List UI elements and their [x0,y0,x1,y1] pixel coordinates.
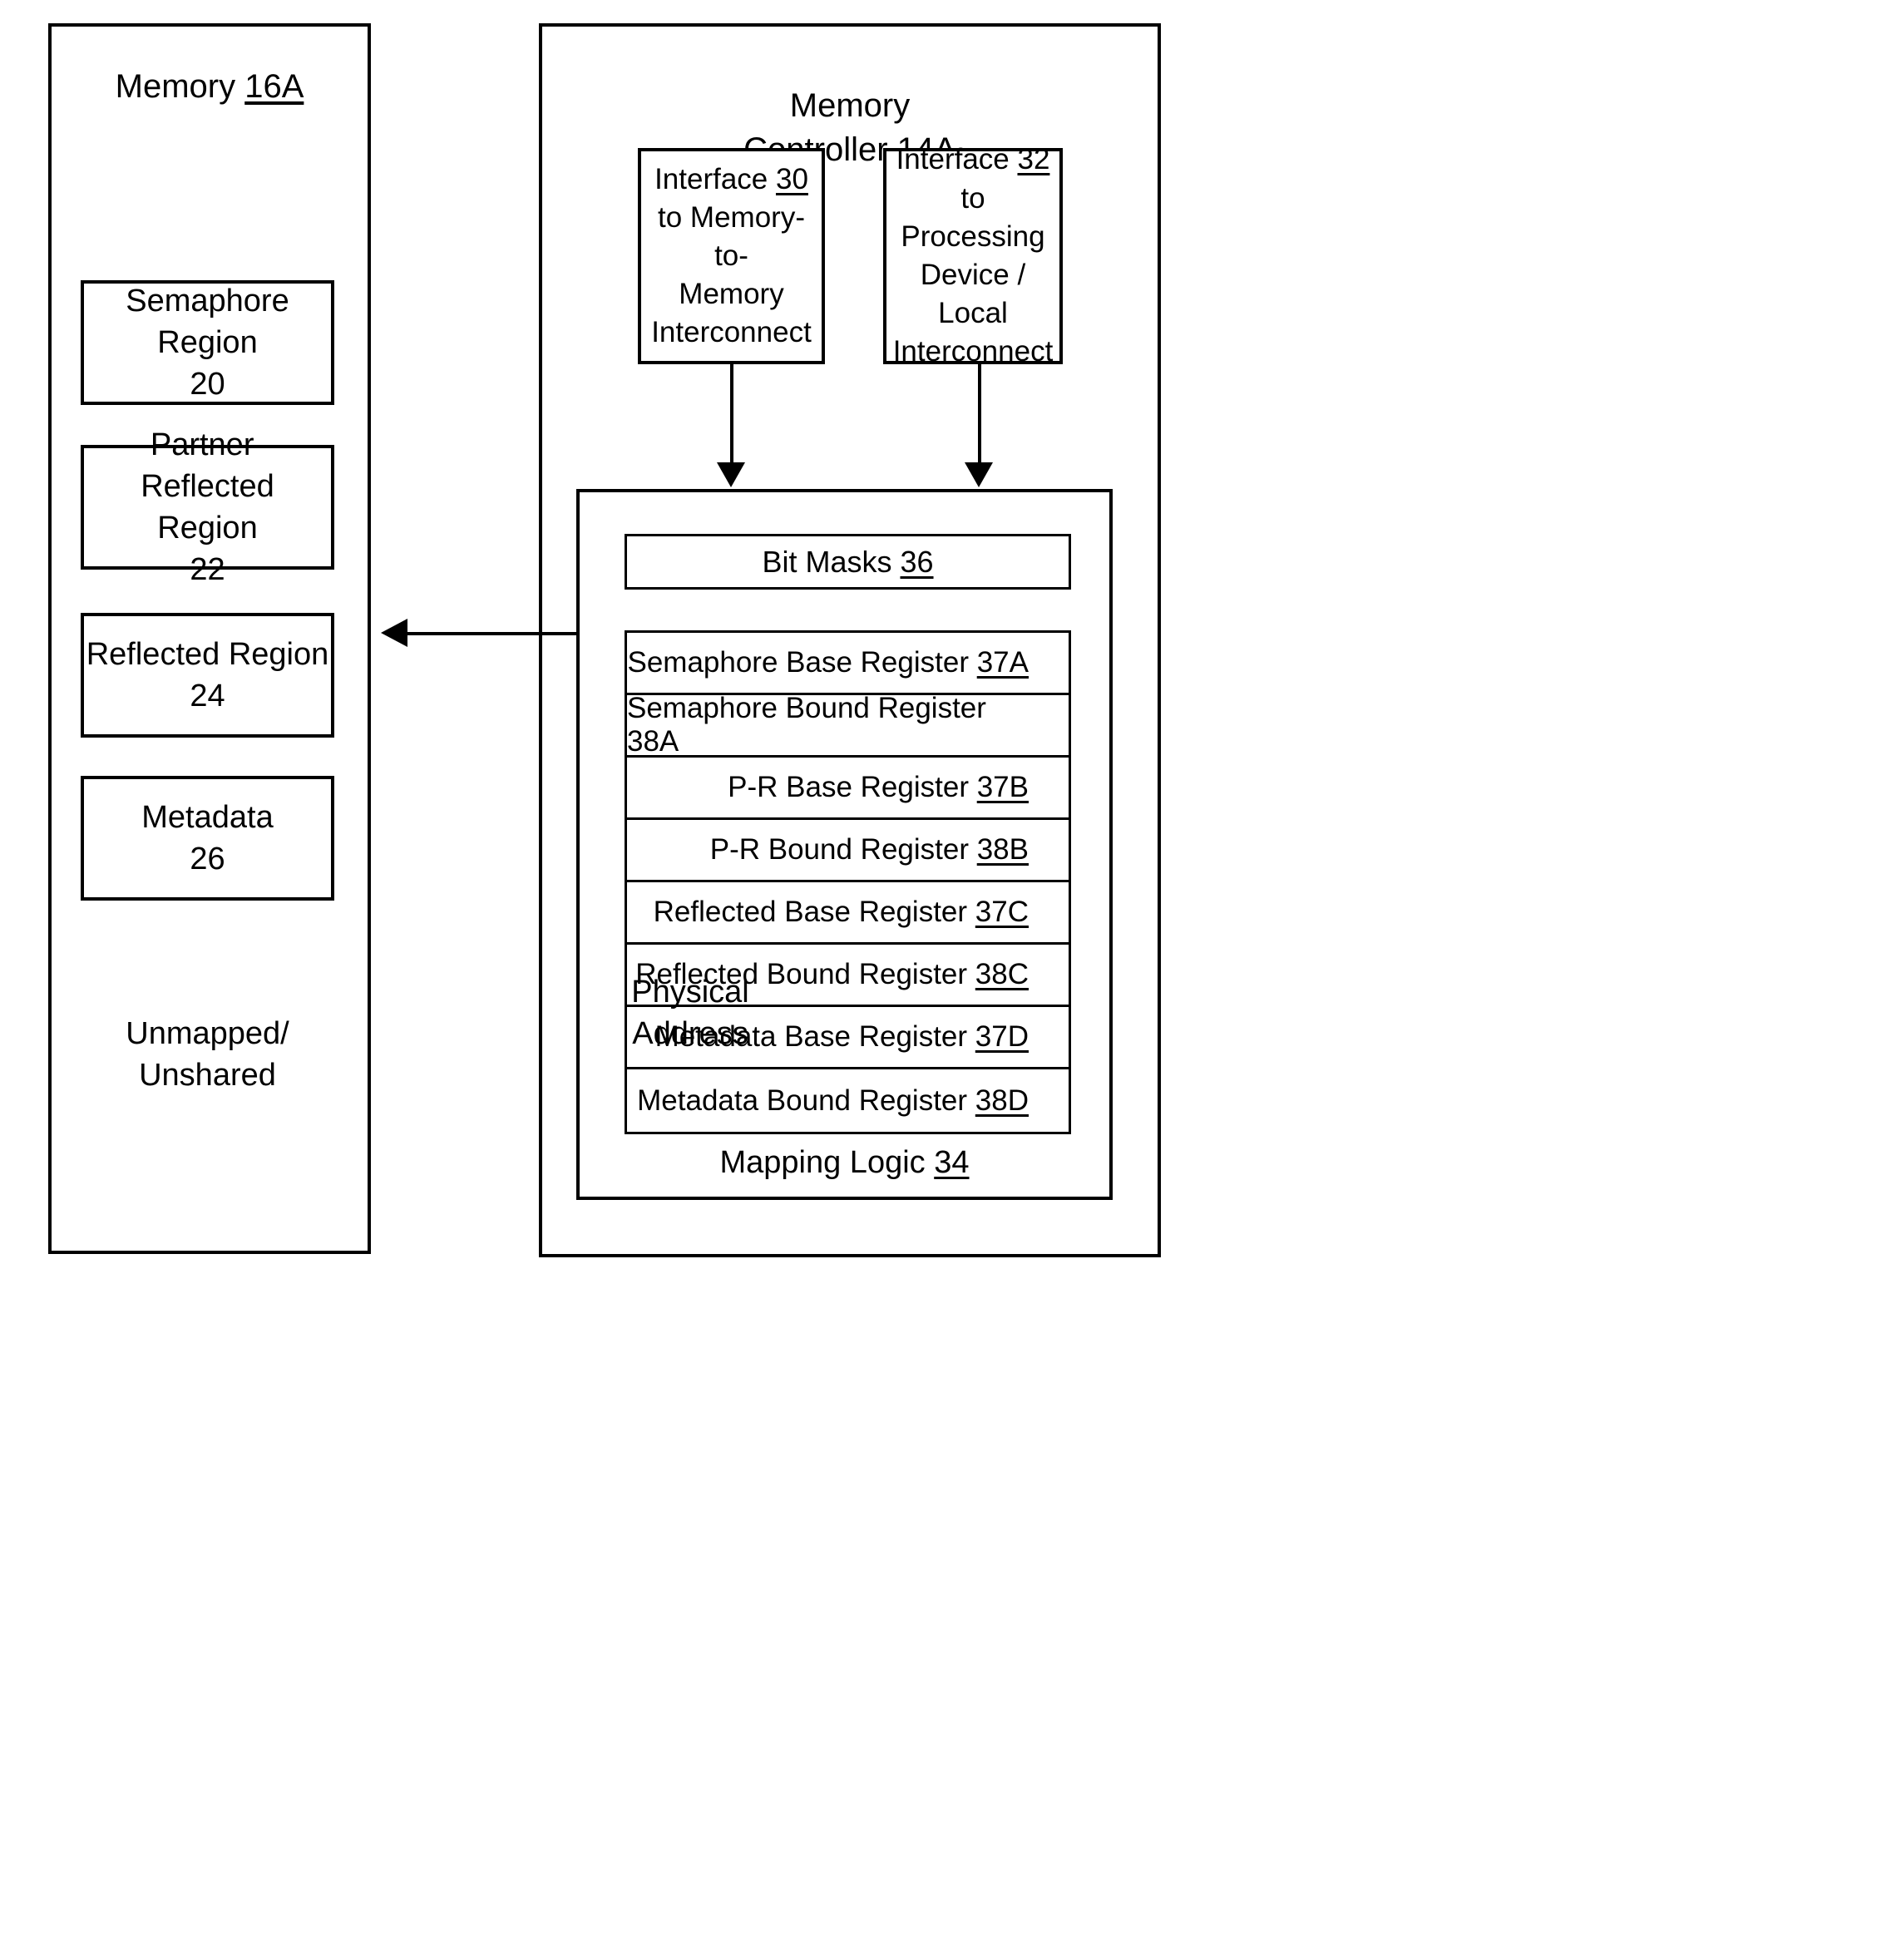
bit-masks-box: Bit Masks 36 [625,534,1071,590]
register-ref-metadata-base: 37D [975,1020,1029,1053]
bit-masks-label: Bit Masks [762,544,901,579]
mapping-logic-label: Mapping Logic 34 [576,1142,1113,1183]
interface-32-ref: 32 [1017,143,1050,176]
register-label-pr-bound: P-R Bound Register [709,833,977,866]
memory-region-metadata: Metadata 26 [81,776,334,901]
register-row-pr-bound: P-R Bound Register 38B [627,820,1069,882]
register-ref-reflected-base: 37C [975,896,1029,928]
register-label-metadata-bound: Metadata Bound Register [637,1084,975,1117]
register-row-reflected-base: Reflected Base Register 37C [627,882,1069,945]
interface-30-label: Interface [654,162,776,195]
patent-figure-canvas: Memory 16A Semaphore Region 20 Partner-R… [0,0,1901,1960]
bit-masks-ref: 36 [900,544,934,579]
memory-region-partner-reflected: Partner-Reflected Region 22 [81,427,334,587]
register-ref-semaphore-bound: 38A [627,725,679,758]
connector-physical-address-arrowhead [381,619,407,647]
memory-region-semaphore-ref: 20 [190,367,225,402]
register-row-pr-base: P-R Base Register 37B [627,758,1069,820]
interface-32-box: Interface 32 to Processing Device / Local… [883,143,1063,368]
connector-interface30-arrowhead [717,462,745,487]
memory-region-semaphore: Semaphore Region 20 [81,280,334,405]
register-ref-metadata-bound: 38D [975,1084,1029,1117]
memory-controller-title-line1: Memory [789,86,911,124]
memory-region-metadata-label: Metadata [141,799,274,835]
register-row-semaphore-bound: Semaphore Bound Register 38A [627,692,1069,758]
memory-region-partner-reflected-ref: 22 [190,552,225,588]
mapping-logic-label-text: Mapping Logic [719,1145,935,1180]
memory-title-text: Memory [115,68,245,105]
register-ref-pr-base: 37B [976,771,1029,803]
register-ref-reflected-bound: 38C [975,958,1029,990]
register-ref-pr-bound: 38B [976,833,1029,866]
memory-region-semaphore-label: Semaphore Region [126,283,289,360]
interface-32-description: to Processing Device / Local Interconnec… [892,181,1054,368]
memory-region-partner-reflected-label: Partner-Reflected Region [141,427,274,546]
register-label-semaphore-base: Semaphore Base Register [627,646,977,679]
memory-title-ref: 16A [244,68,304,105]
memory-unmapped-unshared-label: Unmapped/ Unshared [126,1016,289,1094]
interface-30-description: to Memory-to- Memory Interconnect [651,200,812,349]
register-row-metadata-bound: Metadata Bound Register 38D [627,1069,1069,1132]
register-row-semaphore-base: Semaphore Base Register 37A [627,633,1069,695]
interface-32-label: Interface [896,143,1018,176]
register-label-pr-base: P-R Base Register [728,771,977,803]
register-label-semaphore-bound: Semaphore Bound Register [627,692,986,724]
connector-physical-address-line [407,632,576,635]
interface-30-ref: 30 [775,162,808,195]
memory-region-reflected-label: Reflected Region [86,636,329,672]
physical-address-label: Physical Address [631,975,749,1052]
mapping-logic-ref: 34 [934,1145,970,1180]
connector-interface32-line [978,364,981,462]
register-table: Semaphore Base Register 37A Semaphore Bo… [625,630,1071,1134]
memory-region-metadata-ref: 26 [190,842,225,876]
memory-region-reflected: Reflected Region 24 [81,613,334,738]
register-label-reflected-base: Reflected Base Register [653,896,975,928]
register-ref-semaphore-base: 37A [976,646,1029,679]
connector-interface32-arrowhead [965,462,993,487]
connector-interface30-line [730,364,733,462]
interface-30-box: Interface 30 to Memory-to- Memory Interco… [638,148,825,364]
memory-controller-title: MemoryController 14A [539,40,1161,171]
memory-region-reflected-ref: 24 [190,679,225,713]
memory-title: Memory 16A [48,65,371,109]
